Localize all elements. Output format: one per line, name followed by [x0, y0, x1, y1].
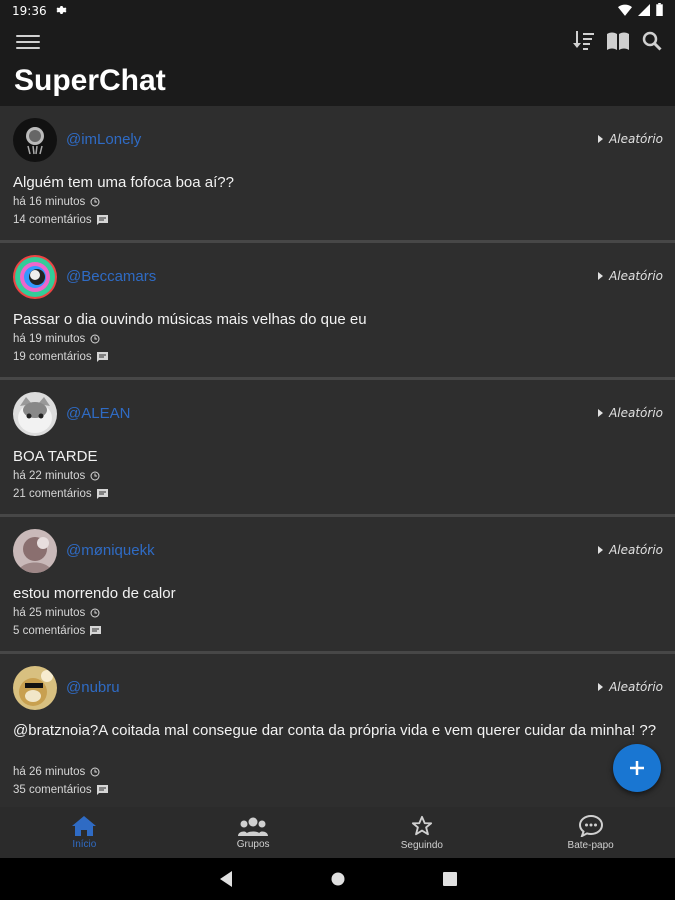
sort-icon[interactable]	[573, 30, 595, 52]
post-time: há 16 minutos	[13, 196, 100, 208]
post-username[interactable]: @møniquekk	[66, 542, 155, 559]
settings-icon	[55, 4, 67, 19]
time-label: há 22 minutos	[13, 470, 86, 482]
post-item[interactable]: @nubru Aleatório @bratznoia?A coitada ma…	[0, 654, 675, 807]
tab-bate-papo[interactable]: Bate-papo	[506, 807, 675, 858]
play-arrow-icon	[598, 135, 604, 143]
post-username[interactable]: @Beccamars	[66, 268, 156, 285]
post-text: @bratznoia?A coitada mal consegue dar co…	[13, 722, 657, 739]
search-icon[interactable]	[641, 30, 663, 52]
signal-icon	[638, 3, 650, 19]
category-label: Aleatório	[609, 132, 663, 146]
tab-grupos[interactable]: Grupos	[169, 807, 338, 858]
post-time: há 25 minutos	[13, 607, 100, 619]
post-item[interactable]: @Beccamars Aleatório Passar o dia ouvind…	[0, 243, 675, 380]
tab-label: Bate-papo	[567, 839, 614, 851]
play-arrow-icon	[598, 272, 604, 280]
tab-label: Seguindo	[400, 839, 443, 851]
post-comments[interactable]: 14 comentários	[13, 214, 108, 226]
groups-icon	[238, 817, 269, 836]
tab-label: Início	[72, 838, 97, 850]
post-time: há 22 minutos	[13, 470, 100, 482]
star-icon	[411, 815, 432, 835]
post-username[interactable]: @ALEAN	[66, 405, 130, 422]
system-nav-bar	[0, 858, 675, 900]
new-post-button[interactable]	[613, 744, 661, 792]
battery-icon	[656, 3, 663, 19]
tab-label: Grupos	[236, 838, 270, 850]
comment-icon	[90, 626, 102, 636]
avatar[interactable]	[13, 392, 57, 436]
play-arrow-icon	[598, 546, 604, 554]
clock-icon	[90, 197, 100, 207]
comments-label: 21 comentários	[13, 488, 92, 500]
avatar[interactable]	[13, 118, 57, 162]
post-category[interactable]: Aleatório	[598, 269, 663, 283]
tab-inicio[interactable]: Início	[0, 807, 169, 858]
post-time: há 19 minutos	[13, 333, 100, 345]
time-label: há 16 minutos	[13, 196, 86, 208]
comments-label: 19 comentários	[13, 351, 92, 363]
post-item[interactable]: @imLonely Aleatório Alguém tem uma fofoc…	[0, 106, 675, 243]
comment-icon	[96, 352, 108, 362]
post-item[interactable]: @ALEAN Aleatório BOA TARDE há 22 minutos…	[0, 380, 675, 517]
category-label: Aleatório	[609, 406, 663, 420]
post-text: Passar o dia ouvindo músicas mais velhas…	[13, 311, 367, 328]
category-label: Aleatório	[609, 680, 663, 694]
category-label: Aleatório	[609, 269, 663, 283]
post-category[interactable]: Aleatório	[598, 132, 663, 146]
post-category[interactable]: Aleatório	[598, 543, 663, 557]
status-time: 19:36	[12, 4, 47, 18]
avatar[interactable]	[13, 666, 57, 710]
app-bar: SuperChat	[0, 22, 675, 106]
chat-bubble-icon	[578, 814, 603, 837]
post-feed[interactable]: @imLonely Aleatório Alguém tem uma fofoc…	[0, 106, 675, 807]
post-item[interactable]: @møniquekk Aleatório estou morrendo de c…	[0, 517, 675, 654]
category-label: Aleatório	[609, 543, 663, 557]
comments-label: 5 comentários	[13, 625, 86, 637]
clock-icon	[90, 608, 100, 618]
home-icon	[72, 815, 97, 836]
play-arrow-icon	[598, 409, 604, 417]
time-label: há 19 minutos	[13, 333, 86, 345]
post-text: BOA TARDE	[13, 448, 98, 465]
avatar[interactable]	[13, 529, 57, 573]
post-comments[interactable]: 19 comentários	[13, 351, 108, 363]
post-comments[interactable]: 5 comentários	[13, 625, 102, 637]
book-icon[interactable]	[607, 30, 629, 52]
clock-icon	[90, 767, 100, 777]
time-label: há 26 minutos	[13, 766, 86, 778]
avatar[interactable]	[13, 255, 57, 299]
home-nav-icon[interactable]	[327, 868, 349, 890]
comments-label: 35 comentários	[13, 784, 92, 796]
post-time: há 26 minutos	[13, 766, 100, 778]
menu-icon[interactable]	[16, 32, 40, 52]
app-title: SuperChat	[14, 64, 166, 97]
post-comments[interactable]: 35 comentários	[13, 784, 108, 796]
recents-icon[interactable]	[439, 868, 461, 890]
post-username[interactable]: @imLonely	[66, 131, 141, 148]
time-label: há 25 minutos	[13, 607, 86, 619]
post-username[interactable]: @nubru	[66, 679, 120, 696]
post-text: Alguém tem uma fofoca boa aí??	[13, 174, 234, 191]
post-text: estou morrendo de calor	[13, 585, 176, 602]
clock-icon	[90, 334, 100, 344]
comment-icon	[96, 215, 108, 225]
back-icon[interactable]	[215, 868, 237, 890]
post-comments[interactable]: 21 comentários	[13, 488, 108, 500]
comment-icon	[96, 489, 108, 499]
clock-icon	[90, 471, 100, 481]
comment-icon	[96, 785, 108, 795]
plus-icon	[630, 761, 644, 775]
comments-label: 14 comentários	[13, 214, 92, 226]
bottom-nav: Início Grupos Seguindo Bate-papo	[0, 807, 675, 858]
tab-seguindo[interactable]: Seguindo	[338, 807, 507, 858]
status-bar: 19:36	[0, 0, 675, 22]
post-category[interactable]: Aleatório	[598, 406, 663, 420]
wifi-icon	[618, 4, 632, 19]
play-arrow-icon	[598, 683, 604, 691]
post-category[interactable]: Aleatório	[598, 680, 663, 694]
